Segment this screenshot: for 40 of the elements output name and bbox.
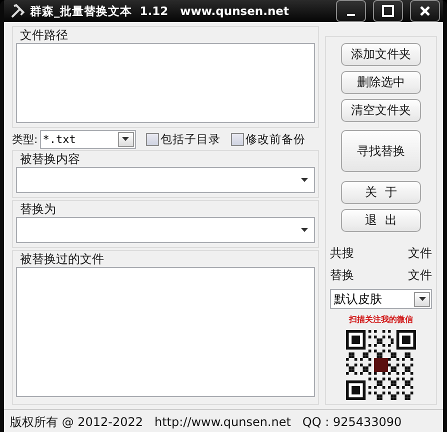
side-button[interactable]: 关 于 <box>341 181 421 204</box>
replace-field[interactable] <box>16 217 315 243</box>
stat-label: 替换 <box>330 267 354 284</box>
file-path-list[interactable] <box>16 43 315 123</box>
stat-unit: 文件 <box>408 267 432 284</box>
side-button[interactable]: 清空文件夹 <box>341 99 421 122</box>
type-label: 类型: <box>12 132 38 146</box>
close-button[interactable] <box>410 0 440 22</box>
qr-code-drawing <box>346 330 416 400</box>
find-replace-button[interactable]: 寻找替换 <box>341 130 421 172</box>
side-button[interactable]: 退 出 <box>341 209 421 232</box>
maximize-icon <box>382 5 394 17</box>
tools-icon <box>10 3 26 19</box>
skin-select[interactable]: 默认皮肤 <box>330 289 432 309</box>
replaced-files-list[interactable] <box>16 267 315 397</box>
minimize-button[interactable] <box>336 0 366 22</box>
qr-caption: 扫描关注我的微信 <box>349 314 413 325</box>
stat-label: 共搜 <box>330 245 354 262</box>
caret-icon <box>122 137 130 141</box>
group-label: 被替换过的文件 <box>20 252 105 267</box>
caret-icon <box>301 178 308 182</box>
caret-icon <box>418 297 426 301</box>
group-label: 替换为 <box>20 202 57 217</box>
window-title: 群森_批量替换文本 1.12 www.qunsen.net <box>30 4 290 18</box>
checkbox[interactable] <box>230 132 244 146</box>
minimize-icon <box>347 14 355 16</box>
group-label: 被替换内容 <box>20 152 81 167</box>
group-label: 文件路径 <box>20 28 69 43</box>
stat-unit: 文件 <box>408 245 432 262</box>
caret-icon <box>301 228 308 232</box>
checkbox[interactable] <box>146 132 159 146</box>
side-button[interactable]: 删除选中 <box>341 71 421 94</box>
checkbox-label: 修改前备份 <box>246 132 306 146</box>
side-button[interactable]: 添加文件夹 <box>341 43 421 66</box>
close-icon <box>420 6 430 16</box>
maximize-button[interactable] <box>373 0 403 22</box>
find-field[interactable] <box>16 167 315 193</box>
type-select[interactable]: *.txt <box>40 130 136 148</box>
status-text: 版权所有 @ 2012-2022 http://www.qunsen.net QQ : 925433090 <box>10 414 402 430</box>
checkbox-label: 包括子目录 <box>160 132 221 146</box>
